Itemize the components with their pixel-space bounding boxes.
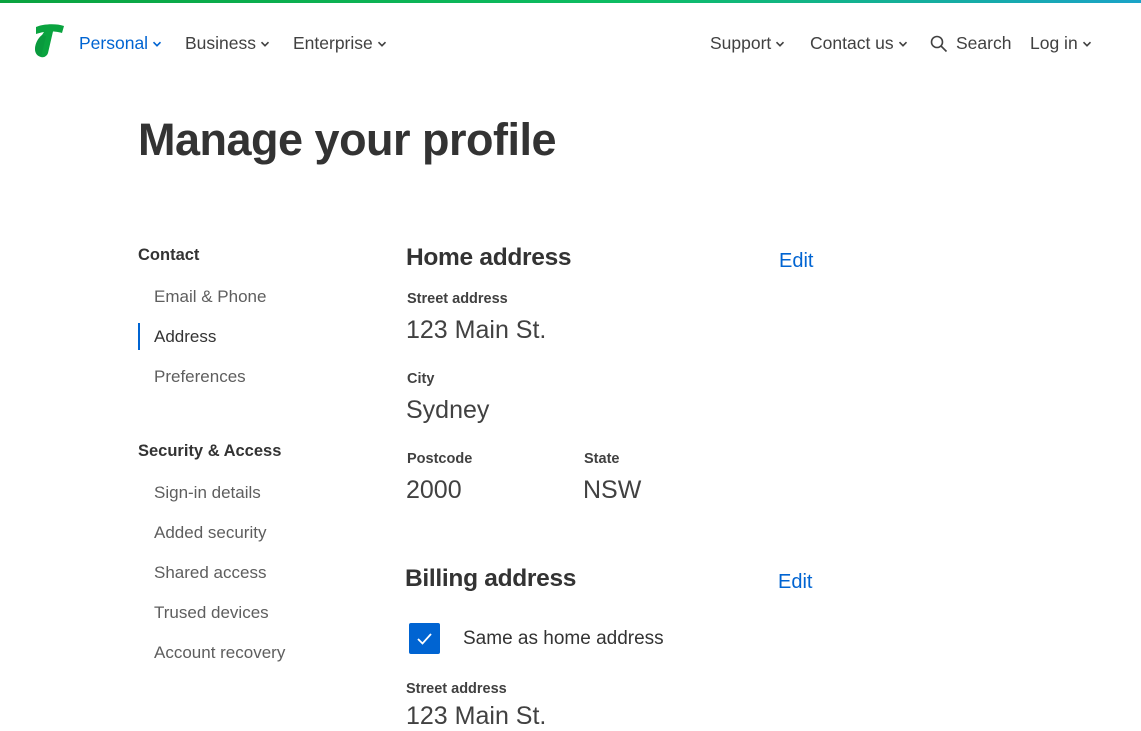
sidebar-item-sign-in-details[interactable]: Sign-in details — [154, 483, 261, 503]
nav-enterprise-label: Enterprise — [293, 33, 373, 53]
state-value: NSW — [583, 476, 642, 504]
nav-search[interactable]: Search — [930, 33, 1011, 54]
billing-address-title: Billing address — [405, 565, 577, 592]
sidebar-heading-security-access: Security & Access — [138, 442, 282, 460]
chevron-down-icon — [260, 41, 270, 47]
billing-address-edit-button[interactable]: Edit — [778, 571, 812, 594]
sidebar-heading-contact: Contact — [138, 246, 200, 264]
chevron-down-icon — [377, 41, 386, 47]
nav-business-label: Business — [185, 33, 257, 53]
chevron-down-icon — [898, 41, 907, 47]
sidebar-item-preferences[interactable]: Preferences — [154, 367, 246, 387]
state-label: State — [584, 451, 620, 467]
nav-support-label: Support — [710, 33, 772, 53]
postcode-label: Postcode — [407, 451, 473, 467]
nav-contact-us-label: Contact us — [810, 33, 894, 53]
postcode-value: 2000 — [406, 476, 462, 504]
chevron-down-icon — [1082, 41, 1091, 47]
sidebar-item-shared-access[interactable]: Shared access — [154, 563, 266, 583]
street-address-label: Street address — [407, 291, 508, 307]
same-as-home-label: Same as home address — [463, 628, 664, 649]
nav-enterprise[interactable]: Enterprise — [293, 33, 387, 54]
home-address-title: Home address — [406, 244, 572, 271]
nav-support[interactable]: Support — [710, 33, 785, 54]
top-navigation: Personal Business Enterprise Support Con… — [0, 3, 1141, 83]
search-icon — [930, 35, 948, 52]
chevron-down-icon — [153, 41, 162, 47]
sidebar-item-address[interactable]: Address — [154, 327, 216, 347]
nav-log-in[interactable]: Log in — [1030, 33, 1092, 54]
billing-street-address-label: Street address — [406, 681, 507, 697]
sidebar-item-email-phone[interactable]: Email & Phone — [154, 287, 266, 307]
billing-street-address-value: 123 Main St. — [406, 702, 547, 730]
street-address-value: 123 Main St. — [406, 316, 547, 344]
city-label: City — [407, 371, 435, 387]
nav-log-in-label: Log in — [1030, 33, 1078, 53]
chevron-down-icon — [776, 41, 785, 47]
sidebar-item-added-security[interactable]: Added security — [154, 523, 266, 543]
nav-personal-label: Personal — [79, 33, 149, 53]
telstra-logo-icon[interactable] — [32, 23, 66, 59]
nav-business[interactable]: Business — [185, 33, 270, 54]
active-indicator — [138, 323, 140, 350]
city-value: Sydney — [406, 396, 490, 424]
nav-search-label: Search — [956, 33, 1012, 53]
page-title: Manage your profile — [138, 114, 557, 165]
nav-contact-us[interactable]: Contact us — [810, 33, 908, 54]
nav-personal[interactable]: Personal — [79, 33, 162, 54]
home-address-edit-button[interactable]: Edit — [779, 250, 813, 273]
sidebar-item-account-recovery[interactable]: Account recovery — [154, 643, 285, 663]
sidebar-item-trusted-devices[interactable]: Trused devices — [154, 603, 269, 623]
same-as-home-checkbox[interactable] — [409, 623, 440, 654]
checkmark-icon — [417, 633, 432, 645]
